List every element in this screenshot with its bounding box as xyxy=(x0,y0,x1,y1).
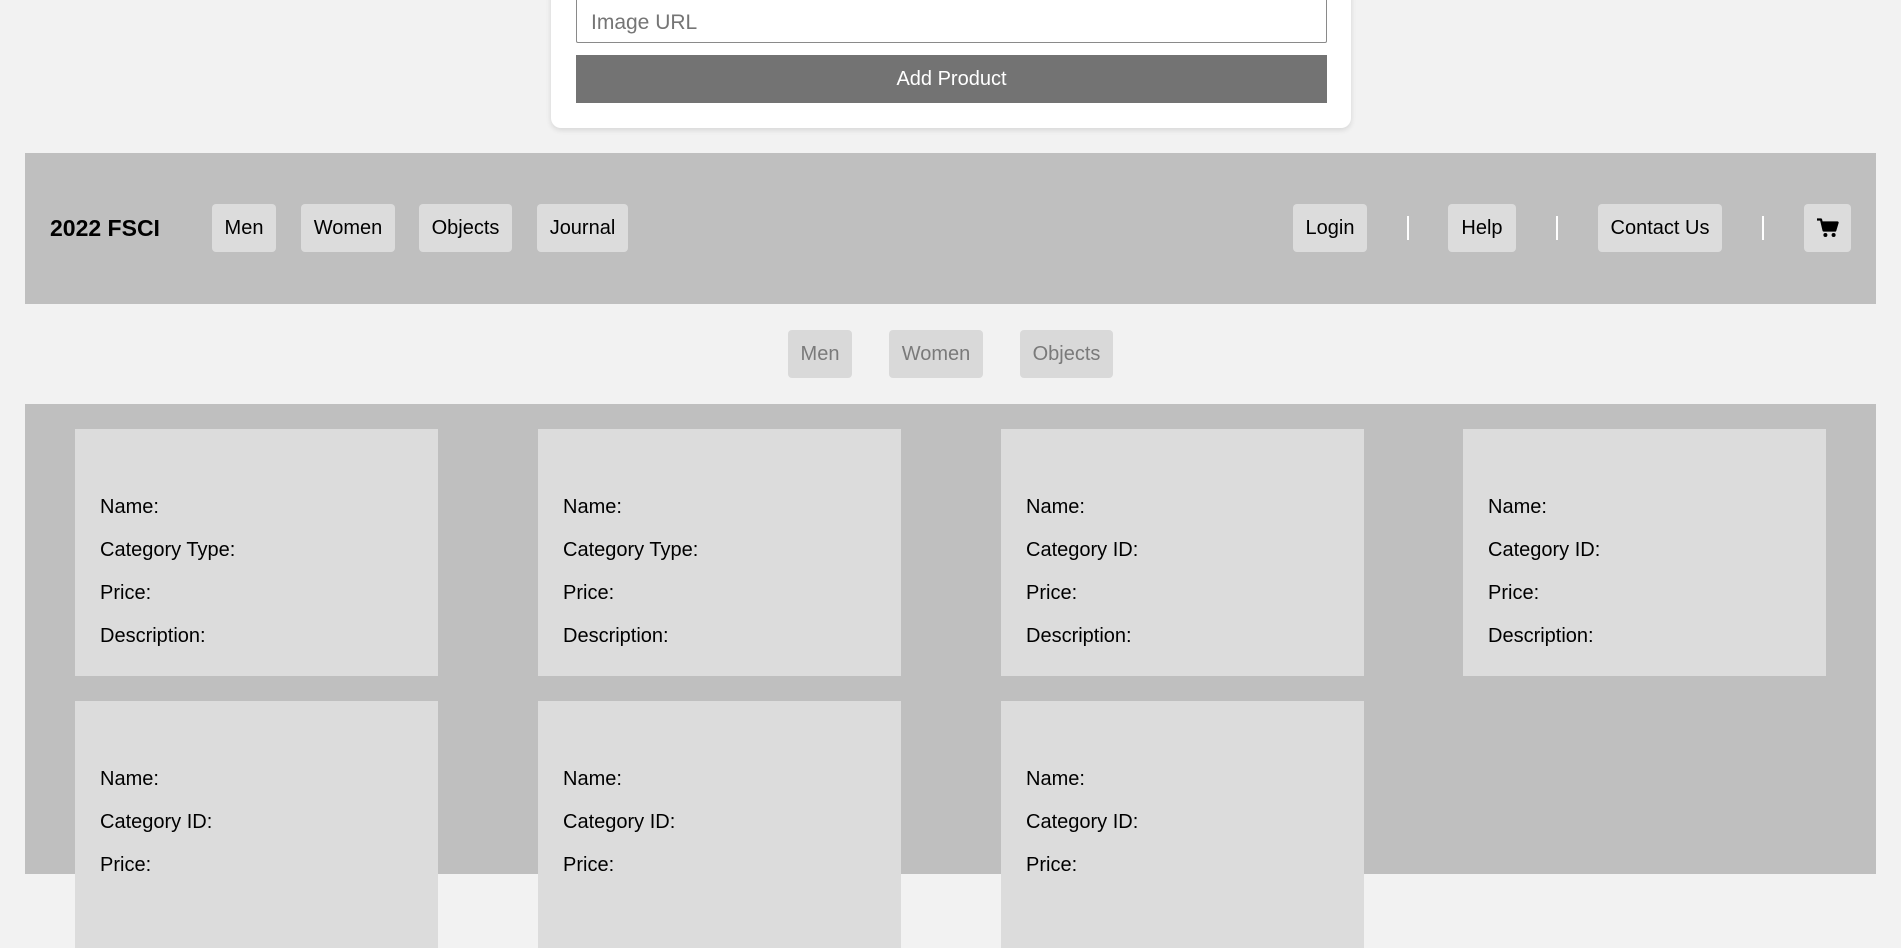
brand-logo[interactable]: 2022 FSCI xyxy=(50,153,160,304)
nav-separator xyxy=(1556,216,1558,240)
product-description-label: Description: xyxy=(563,625,669,647)
product-card[interactable]: Name: Category ID: Price: Description: xyxy=(1001,429,1364,676)
product-card[interactable]: Name: Category ID: Price: xyxy=(1001,701,1364,948)
image-url-input[interactable] xyxy=(576,0,1327,43)
product-price-label: Price: xyxy=(1026,854,1078,876)
nav-journal[interactable]: Journal xyxy=(537,204,628,252)
nav-men[interactable]: Men xyxy=(212,204,276,252)
product-price-label: Price: xyxy=(100,854,152,876)
nav-separator xyxy=(1407,216,1409,240)
nav-contact-us[interactable]: Contact Us xyxy=(1598,204,1722,252)
cart-button[interactable] xyxy=(1804,204,1851,252)
product-price-label: Price: xyxy=(1488,582,1540,604)
filter-objects[interactable]: Objects xyxy=(1020,330,1113,378)
product-card[interactable]: Name: Category ID: Price: Description: xyxy=(1463,429,1826,676)
product-price-label: Price: xyxy=(1026,582,1078,604)
add-product-form: Add Product xyxy=(551,0,1351,128)
product-name-label: Name: xyxy=(1026,768,1085,790)
product-category-label: Category ID: xyxy=(1026,539,1139,561)
product-category-label: Category Type: xyxy=(100,539,236,561)
product-name-label: Name: xyxy=(1026,496,1085,518)
nav-separator xyxy=(1762,216,1764,240)
product-card[interactable]: Name: Category ID: Price: xyxy=(538,701,901,948)
product-description-label: Description: xyxy=(1488,625,1594,647)
filter-men[interactable]: Men xyxy=(788,330,852,378)
product-price-label: Price: xyxy=(563,582,615,604)
product-name-label: Name: xyxy=(100,768,159,790)
product-grid: Name: Category Type: Price: Description:… xyxy=(25,404,1876,948)
product-category-label: Category ID: xyxy=(100,811,213,833)
product-description-label: Description: xyxy=(100,625,206,647)
product-name-label: Name: xyxy=(100,496,159,518)
product-name-label: Name: xyxy=(563,496,622,518)
filter-women[interactable]: Women xyxy=(889,330,983,378)
nav-women[interactable]: Women xyxy=(301,204,395,252)
product-price-label: Price: xyxy=(563,854,615,876)
product-category-label: Category ID: xyxy=(563,811,676,833)
product-card[interactable]: Name: Category Type: Price: Description: xyxy=(538,429,901,676)
shopping-cart-icon xyxy=(1816,218,1839,237)
product-category-label: Category Type: xyxy=(563,539,699,561)
nav-login[interactable]: Login xyxy=(1293,204,1367,252)
header-nav: 2022 FSCI Men Women Objects Journal Logi… xyxy=(25,153,1876,304)
product-price-label: Price: xyxy=(100,582,152,604)
product-name-label: Name: xyxy=(563,768,622,790)
product-category-label: Category ID: xyxy=(1026,811,1139,833)
product-description-label: Description: xyxy=(1026,625,1132,647)
product-category-label: Category ID: xyxy=(1488,539,1601,561)
product-card[interactable]: Name: Category ID: Price: xyxy=(75,701,438,948)
product-name-label: Name: xyxy=(1488,496,1547,518)
product-card[interactable]: Name: Category Type: Price: Description: xyxy=(75,429,438,676)
nav-help[interactable]: Help xyxy=(1448,204,1516,252)
add-product-button[interactable]: Add Product xyxy=(576,55,1327,103)
nav-objects[interactable]: Objects xyxy=(419,204,512,252)
